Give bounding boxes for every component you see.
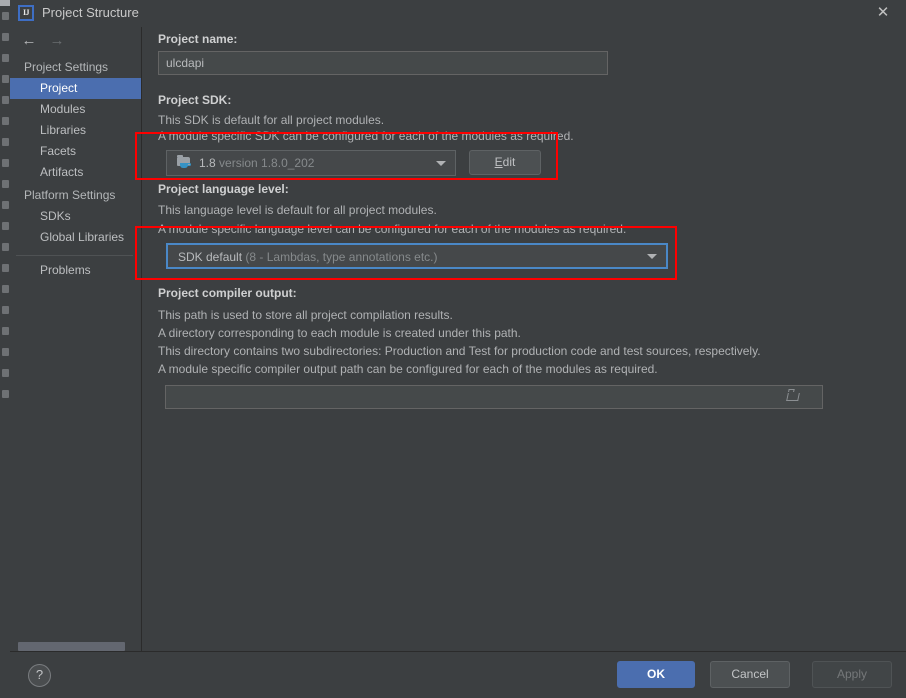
chevron-down-icon	[647, 254, 657, 259]
background-tree-row	[0, 258, 10, 279]
background-tree-row	[0, 111, 10, 132]
apply-button[interactable]: Apply	[812, 661, 892, 688]
background-tree-row	[0, 6, 10, 27]
browse-folder-icon[interactable]	[786, 391, 800, 402]
background-tree-row	[0, 153, 10, 174]
project-sdk-value-detail: version 1.8.0_202	[219, 156, 315, 170]
project-sdk-desc-line1: This SDK is default for all project modu…	[158, 113, 385, 127]
dialog-titlebar: IJ Project Structure ✕	[10, 0, 906, 28]
sidebar-item-modules[interactable]: Modules	[10, 99, 141, 120]
dialog-title: Project Structure	[42, 5, 139, 20]
language-level-desc-line1: This language level is default for all p…	[158, 203, 437, 217]
background-tree-row	[0, 300, 10, 321]
edit-button-mnemonic: E	[494, 155, 503, 169]
language-level-label: Project language level:	[158, 182, 289, 196]
project-sdk-value: 1.8 version 1.8.0_202	[199, 151, 314, 175]
compiler-output-label: Project compiler output:	[158, 286, 297, 300]
language-level-combobox[interactable]: SDK default (8 - Lambdas, type annotatio…	[166, 243, 668, 269]
sidebar-group-project-settings: Project Settings	[24, 60, 109, 74]
background-tree-row	[0, 27, 10, 48]
language-level-value-detail: (8 - Lambdas, type annotations etc.)	[245, 250, 438, 264]
project-structure-dialog: IJ Project Structure ✕ ← → Project Setti…	[10, 0, 906, 698]
edit-sdk-button[interactable]: Edit	[469, 150, 541, 175]
background-tree-row	[0, 132, 10, 153]
background-tree-row	[0, 69, 10, 90]
project-settings-panel: Project name: ulcdapi Project SDK: This …	[142, 27, 906, 652]
intellij-logo-icon: IJ	[18, 5, 34, 21]
project-sdk-label: Project SDK:	[158, 93, 232, 107]
forward-arrow-icon[interactable]: →	[46, 32, 68, 50]
close-icon[interactable]: ✕	[860, 0, 906, 26]
settings-sidebar: ← → Project Settings Project Modules Lib…	[10, 27, 142, 652]
background-tree-row	[0, 237, 10, 258]
navigation-arrows: ← →	[10, 27, 141, 55]
project-name-label: Project name:	[158, 32, 238, 46]
language-level-value: SDK default (8 - Lambdas, type annotatio…	[178, 245, 438, 269]
sidebar-item-problems[interactable]: Problems	[10, 260, 141, 281]
language-level-desc-line2: A module specific language level can be …	[158, 222, 627, 236]
compiler-output-desc-line3: This directory contains two subdirectori…	[158, 344, 761, 358]
sidebar-scrollbar-thumb[interactable]	[18, 642, 125, 651]
compiler-output-input[interactable]	[165, 385, 823, 409]
sidebar-item-sdks[interactable]: SDKs	[10, 206, 141, 227]
background-tree-row	[0, 279, 10, 300]
cancel-button[interactable]: Cancel	[710, 661, 790, 688]
dialog-footer: ? OK Cancel Apply	[10, 651, 906, 698]
background-tree-row	[0, 195, 10, 216]
sidebar-item-libraries[interactable]: Libraries	[10, 120, 141, 141]
sidebar-divider	[16, 255, 133, 256]
background-window-sliver	[0, 0, 10, 698]
help-button[interactable]: ?	[28, 664, 51, 687]
compiler-output-desc-line1: This path is used to store all project c…	[158, 308, 453, 322]
background-tree-row	[0, 363, 10, 384]
project-sdk-value-name: 1.8	[199, 156, 216, 170]
sidebar-tree: Project Settings Project Modules Librari…	[10, 55, 141, 281]
background-tree-row	[0, 216, 10, 237]
sidebar-item-artifacts[interactable]: Artifacts	[10, 162, 141, 183]
background-tree-row	[0, 342, 10, 363]
background-tree-row	[0, 384, 10, 405]
ok-button[interactable]: OK	[617, 661, 695, 688]
background-tree-row	[0, 90, 10, 111]
background-tree-row	[0, 174, 10, 195]
language-level-value-name: SDK default	[178, 250, 243, 264]
compiler-output-desc-line4: A module specific compiler output path c…	[158, 362, 658, 376]
java-sdk-icon	[177, 155, 192, 170]
compiler-output-desc-line2: A directory corresponding to each module…	[158, 326, 521, 340]
background-tree-row	[0, 321, 10, 342]
project-sdk-desc-line2: A module specific SDK can be configured …	[158, 129, 574, 143]
background-tree-row	[0, 48, 10, 69]
sidebar-item-facets[interactable]: Facets	[10, 141, 141, 162]
chevron-down-icon	[436, 161, 446, 166]
sidebar-item-global-libraries[interactable]: Global Libraries	[10, 227, 141, 248]
project-sdk-combobox[interactable]: 1.8 version 1.8.0_202	[166, 150, 456, 176]
sidebar-item-project[interactable]: Project	[10, 78, 141, 99]
back-arrow-icon[interactable]: ←	[18, 32, 40, 50]
edit-button-rest: dit	[502, 155, 516, 169]
sidebar-group-platform-settings: Platform Settings	[24, 188, 116, 202]
project-name-input[interactable]: ulcdapi	[158, 51, 608, 75]
